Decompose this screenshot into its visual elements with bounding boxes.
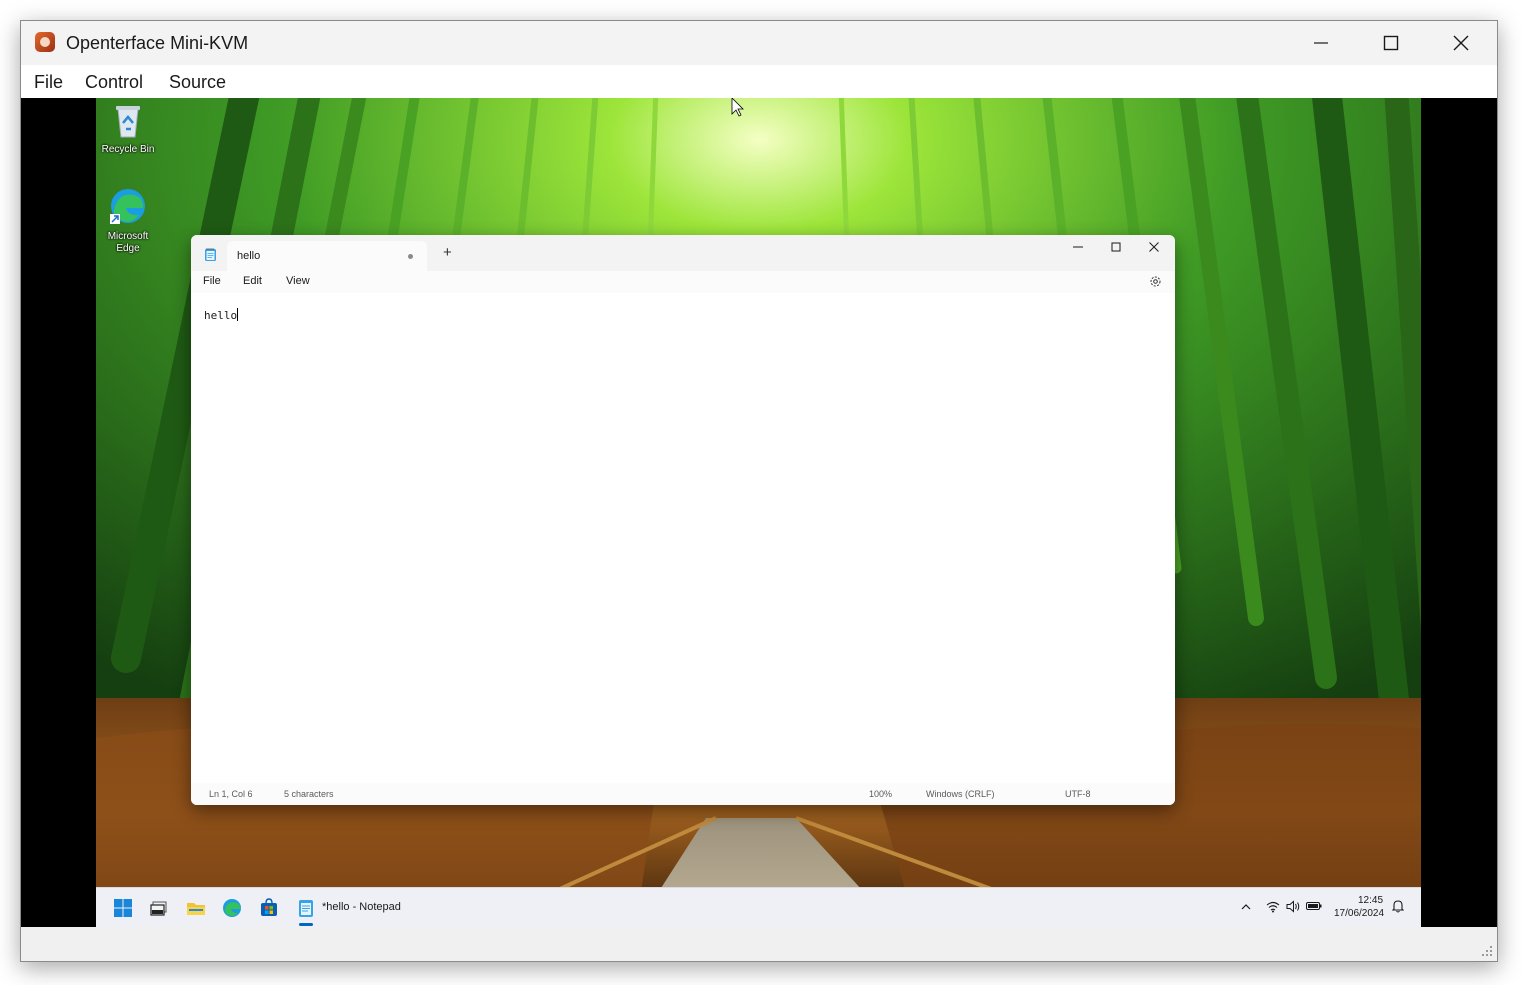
desktop-icon-recycle-bin[interactable]: Recycle Bin: [96, 103, 160, 156]
active-app-indicator: [299, 923, 313, 926]
close-icon: [1149, 242, 1159, 252]
notepad-app-icon: [205, 248, 216, 261]
clock-time[interactable]: 12:45: [1358, 895, 1383, 906]
close-button[interactable]: [1426, 21, 1496, 65]
notepad-window: hello + File Edit View hello Ln 1, Col 6…: [191, 235, 1175, 805]
notepad-menu-file[interactable]: File: [203, 275, 221, 287]
notepad-menu-edit[interactable]: Edit: [243, 275, 262, 287]
status-line-ending[interactable]: Windows (CRLF): [926, 789, 995, 799]
maximize-button[interactable]: [1356, 21, 1426, 65]
editor-text: hello: [204, 309, 238, 322]
desktop-icon-edge[interactable]: Microsoft Edge: [96, 186, 160, 255]
maximize-icon: [1111, 242, 1121, 252]
start-windows-icon[interactable]: [113, 898, 133, 918]
minimize-icon: [1314, 42, 1328, 44]
edge-browser-icon[interactable]: [222, 898, 242, 918]
notepad-close-button[interactable]: [1135, 235, 1173, 259]
windows-taskbar: *hello - Notepad 12:45 17/06/2024: [96, 887, 1421, 927]
menu-source[interactable]: Source: [169, 72, 226, 93]
desktop-icon-label: Microsoft Edge: [107, 231, 149, 254]
settings-gear-icon[interactable]: [1149, 275, 1162, 288]
status-bar: [21, 927, 1497, 961]
status-character-count: 5 characters: [284, 789, 334, 799]
text-caret: [237, 308, 239, 321]
taskbar-notepad-label[interactable]: *hello - Notepad: [322, 901, 401, 913]
video-display[interactable]: Recycle Bin Microsoft Edge hello + File …: [21, 98, 1497, 927]
notepad-taskbar-icon[interactable]: [296, 898, 316, 918]
notepad-title-bar[interactable]: hello +: [191, 235, 1175, 271]
new-tab-button[interactable]: +: [443, 244, 452, 261]
battery-icon[interactable]: [1306, 901, 1322, 911]
remote-desktop[interactable]: Recycle Bin Microsoft Edge hello + File …: [96, 98, 1421, 927]
maximize-icon: [1383, 35, 1399, 51]
menu-file[interactable]: File: [34, 72, 63, 93]
openterface-app-icon: [35, 32, 55, 52]
minimize-button[interactable]: [1286, 21, 1356, 65]
kvm-window: Openterface Mini-KVM File Control Source: [20, 20, 1498, 962]
notepad-minimize-button[interactable]: [1059, 235, 1097, 259]
editor-content-wrap: hello: [204, 308, 239, 322]
notepad-tab-title: hello: [237, 250, 261, 262]
resize-grip-icon[interactable]: [1481, 945, 1493, 957]
menu-control[interactable]: Control: [85, 72, 143, 93]
recycle-bin-icon: [116, 106, 140, 138]
status-zoom[interactable]: 100%: [869, 789, 892, 799]
notification-bell-icon[interactable]: [1392, 899, 1404, 913]
status-cursor-position: Ln 1, Col 6: [209, 789, 253, 799]
desktop-icon-label: Recycle Bin: [101, 144, 155, 155]
window-title: Openterface Mini-KVM: [66, 33, 249, 53]
notepad-menu-bar: File Edit View: [191, 271, 1175, 293]
close-icon: [1453, 35, 1469, 51]
volume-icon[interactable]: [1286, 900, 1301, 913]
unsaved-dot-icon[interactable]: [408, 254, 413, 259]
wifi-icon[interactable]: [1266, 900, 1280, 913]
notepad-status-bar: Ln 1, Col 6 5 characters 100% Windows (C…: [191, 783, 1175, 805]
microsoft-store-icon[interactable]: [259, 898, 279, 918]
notepad-maximize-button[interactable]: [1097, 235, 1135, 259]
minimize-icon: [1073, 246, 1083, 248]
status-encoding[interactable]: UTF-8: [1065, 789, 1091, 799]
title-bar[interactable]: Openterface Mini-KVM: [21, 21, 1497, 65]
notepad-menu-view[interactable]: View: [286, 275, 310, 287]
notepad-tab[interactable]: hello: [227, 241, 427, 271]
task-view-icon[interactable]: [148, 898, 168, 918]
chevron-up-icon[interactable]: [1241, 902, 1251, 912]
file-explorer-icon[interactable]: [186, 898, 206, 918]
menu-bar: File Control Source: [21, 65, 1497, 98]
edge-icon: [110, 189, 145, 224]
notepad-editor[interactable]: hello: [191, 293, 1175, 783]
clock-date[interactable]: 17/06/2024: [1334, 908, 1384, 919]
